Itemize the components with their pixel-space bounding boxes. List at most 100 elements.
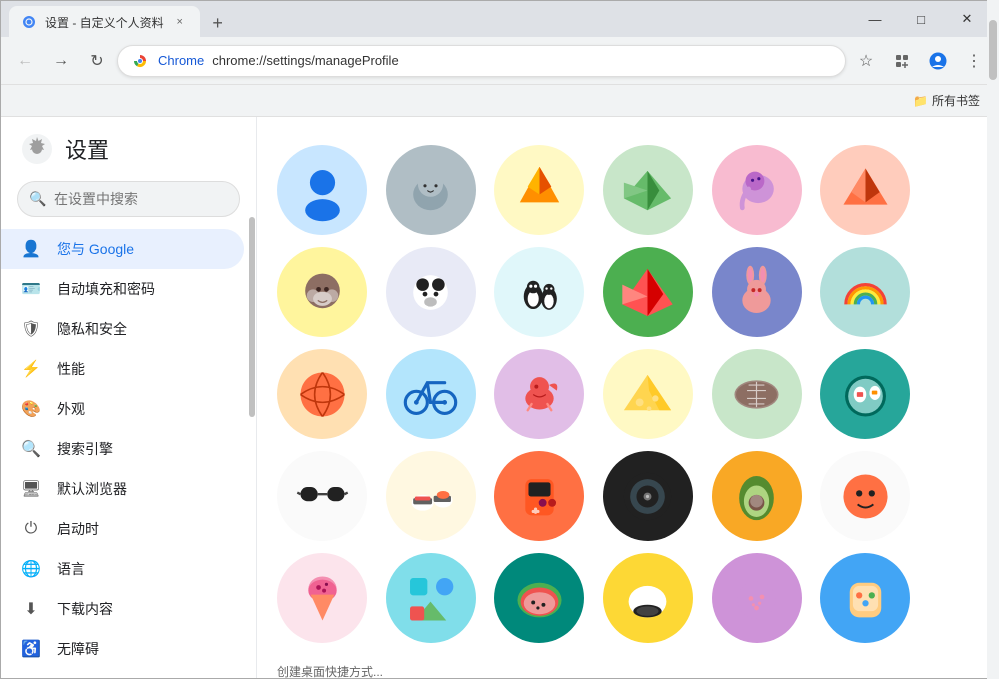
main-content: 设置 🔍 👤 您与 Google 🪪 自动填充和密码 🛡 隐私和安全 ⚡ 性能 … — [1, 117, 998, 678]
privacy-icon: 🛡 — [21, 319, 41, 339]
sidebar-item-search[interactable]: 🔍 搜索引擎 — [1, 429, 244, 469]
search-icon: 🔍 — [29, 191, 46, 208]
avatar-watermelon[interactable] — [494, 553, 584, 643]
avatar-face[interactable] — [820, 451, 910, 541]
back-button[interactable]: ← — [9, 45, 41, 77]
profile-button[interactable] — [922, 45, 954, 77]
address-chrome-label: Chrome — [158, 53, 204, 68]
avatar-sunglasses[interactable] — [277, 451, 367, 541]
avatar-football[interactable] — [712, 349, 802, 439]
avatar-cheese[interactable] — [603, 349, 693, 439]
sidebar-item-autofill[interactable]: 🪪 自动填充和密码 — [1, 269, 244, 309]
avatar-gameboy[interactable] — [494, 451, 584, 541]
window-controls: — □ ✕ — [852, 3, 990, 35]
avatar-origami-bird[interactable] — [603, 145, 693, 235]
tab-favicon — [21, 14, 37, 30]
sidebar-label-search: 搜索引擎 — [57, 439, 113, 459]
sidebar-nav: 👤 您与 Google 🪪 自动填充和密码 🛡 隐私和安全 ⚡ 性能 🎨 外观 … — [1, 229, 256, 678]
avatar-vinyl[interactable] — [603, 451, 693, 541]
startup-icon: ⏻ — [21, 519, 41, 539]
sidebar: 设置 🔍 👤 您与 Google 🪪 自动填充和密码 🛡 隐私和安全 ⚡ 性能 … — [1, 117, 257, 678]
avatar-monkey[interactable] — [277, 247, 367, 337]
avatar-avocado[interactable] — [712, 451, 802, 541]
sidebar-label-language: 语言 — [57, 559, 85, 579]
maximize-button[interactable]: □ — [898, 3, 944, 35]
new-tab-button[interactable]: + — [204, 9, 232, 37]
bookmarks-folder[interactable]: 📁 所有书签 — [907, 89, 986, 113]
google-icon: 👤 — [21, 239, 41, 259]
settings-logo — [21, 133, 53, 165]
sidebar-item-google[interactable]: 👤 您与 Google — [1, 229, 244, 269]
sidebar-item-language[interactable]: 🌐 语言 — [1, 549, 244, 589]
sidebar-scrollbar[interactable] — [248, 117, 256, 678]
avatar-cat[interactable] — [386, 145, 476, 235]
tab-close-button[interactable]: × — [172, 14, 188, 30]
sidebar-label-autofill: 自动填充和密码 — [57, 279, 155, 299]
sidebar-item-downloads[interactable]: ⬇ 下载内容 — [1, 589, 244, 629]
avatar-origami-bird2[interactable] — [603, 247, 693, 337]
sidebar-item-startup[interactable]: ⏻ 启动时 — [1, 509, 244, 549]
downloads-icon: ⬇ — [21, 599, 41, 619]
sidebar-label-downloads: 下载内容 — [57, 599, 113, 619]
avatar-toast[interactable] — [820, 553, 910, 643]
extensions-button[interactable] — [886, 45, 918, 77]
title-bar: 设置 - 自定义个人资料 × + — □ ✕ — [1, 1, 998, 37]
footer-note: 创建桌面快捷方式... — [277, 663, 978, 678]
avatar-panda[interactable] — [386, 247, 476, 337]
avatar-icecream[interactable] — [277, 553, 367, 643]
performance-icon: ⚡ — [21, 359, 41, 379]
avatar-elephant[interactable] — [712, 145, 802, 235]
sidebar-label-appearance: 外观 — [57, 399, 85, 419]
avatar-sushi[interactable] — [386, 451, 476, 541]
address-bar-icon — [130, 51, 150, 71]
menu-button[interactable]: ⋮ — [958, 45, 990, 77]
avatar-person[interactable] — [277, 145, 367, 235]
sidebar-item-privacy[interactable]: 🛡 隐私和安全 — [1, 309, 244, 349]
sidebar-item-browser[interactable]: 🖥 默认浏览器 — [1, 469, 244, 509]
sidebar-label-startup: 启动时 — [57, 519, 99, 539]
forward-button[interactable]: → — [45, 45, 77, 77]
search-input[interactable] — [17, 181, 240, 217]
sidebar-item-performance[interactable]: ⚡ 性能 — [1, 349, 244, 389]
search-bar[interactable]: 🔍 — [17, 181, 240, 217]
avatar-grid — [277, 137, 917, 651]
minimize-button[interactable]: — — [852, 3, 898, 35]
avatar-origami-animal[interactable] — [820, 145, 910, 235]
address-url: chrome://settings/manageProfile — [212, 53, 398, 68]
autofill-icon: 🪪 — [21, 279, 41, 299]
avatar-origami-fox[interactable] — [494, 145, 584, 235]
browser-icon: 🖥 — [21, 479, 41, 499]
sidebar-item-appearance[interactable]: 🎨 外观 — [1, 389, 244, 429]
address-bar[interactable]: Chrome chrome://settings/manageProfile — [117, 45, 846, 77]
avatar-riceball[interactable] — [603, 553, 693, 643]
appearance-icon: 🎨 — [21, 399, 41, 419]
tab-strip: 设置 - 自定义个人资料 × + — [9, 1, 844, 37]
sidebar-item-accessibility[interactable]: ♿ 无障碍 — [1, 629, 244, 669]
tab-title: 设置 - 自定义个人资料 — [45, 14, 164, 31]
avatar-pizza[interactable] — [712, 553, 802, 643]
avatar-basketball[interactable] — [277, 349, 367, 439]
close-button[interactable]: ✕ — [944, 3, 990, 35]
avatar-bird[interactable] — [494, 349, 584, 439]
sidebar-label-privacy: 隐私和安全 — [57, 319, 127, 339]
avatar-shapes[interactable] — [386, 553, 476, 643]
avatar-sushi-plate[interactable] — [820, 349, 910, 439]
active-tab[interactable]: 设置 - 自定义个人资料 × — [9, 6, 200, 38]
avatar-penguins[interactable] — [494, 247, 584, 337]
avatar-bike[interactable] — [386, 349, 476, 439]
accessibility-icon: ♿ — [21, 639, 41, 659]
bookmarks-label: 所有书签 — [932, 92, 980, 109]
avatar-rainbow[interactable] — [820, 247, 910, 337]
scroll-track[interactable] — [987, 117, 998, 678]
toolbar: ← → ↻ Chrome chrome://settings/managePro… — [1, 37, 998, 85]
sidebar-label-browser: 默认浏览器 — [57, 479, 127, 499]
bookmark-button[interactable]: ☆ — [850, 45, 882, 77]
settings-title: 设置 — [65, 133, 109, 165]
avatar-rabbit[interactable] — [712, 247, 802, 337]
sidebar-header: 设置 — [1, 117, 256, 181]
refresh-button[interactable]: ↻ — [81, 45, 113, 77]
sidebar-item-system[interactable]: 🔧 系统 — [1, 669, 244, 678]
bookmarks-bar: 📁 所有书签 — [1, 85, 998, 117]
sidebar-scroll-thumb — [249, 217, 255, 417]
browser-window: 设置 - 自定义个人资料 × + — □ ✕ ← → ↻ Chrome chr — [0, 0, 999, 679]
